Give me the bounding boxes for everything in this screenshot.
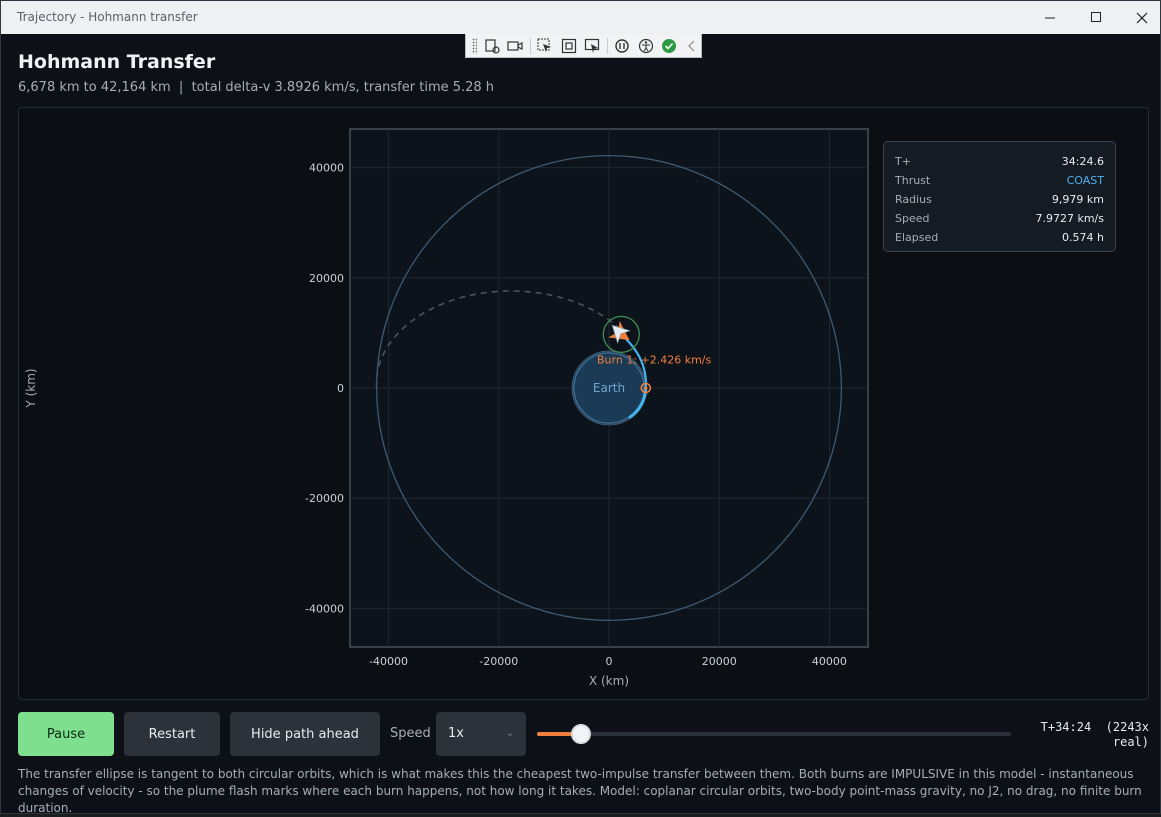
title-bar[interactable]: Trajectory - Hohmann transfer	[1, 1, 1160, 34]
y-tick-label: -20000	[305, 492, 344, 505]
x-tick-label: 20000	[702, 655, 737, 668]
accessibility-icon[interactable]	[637, 37, 654, 55]
hud-value: 7.9727 km/s	[1035, 212, 1104, 225]
page-subtitle: 6,678 km to 42,164 km | total delta-v 3.…	[18, 80, 495, 95]
toolbar-divider	[529, 37, 531, 54]
hud-value: COAST	[1066, 174, 1104, 187]
restart-button[interactable]: Restart	[124, 712, 220, 756]
playback-controls: Pause Restart Hide path ahead Speed 1x ⌄…	[18, 712, 1149, 756]
record-icon[interactable]	[507, 37, 524, 55]
hud-label: T+	[895, 155, 911, 168]
window-title: Trajectory - Hohmann transfer	[17, 10, 198, 24]
select-element-icon[interactable]	[537, 37, 554, 55]
toolbar-divider	[606, 37, 608, 54]
app-window: Trajectory - Hohmann transfer Hohmann Tr…	[0, 0, 1161, 815]
model-footnote: The transfer ellipse is tangent to both …	[18, 767, 1142, 815]
close-button[interactable]	[1119, 1, 1161, 34]
binding-check-icon[interactable]	[660, 37, 677, 55]
y-tick-label: 20000	[309, 272, 344, 285]
live-visual-tree-icon[interactable]	[483, 37, 500, 55]
page-title: Hohmann Transfer	[18, 51, 216, 73]
hud-row-elapsed: Elapsed 0.574 h	[895, 228, 1104, 247]
timeline-track	[537, 732, 1011, 736]
close-icon	[1136, 12, 1148, 23]
telemetry-hud: T+ 34:24.6 Thrust COAST Radius 9,979 km Spe…	[883, 141, 1116, 252]
x-tick-label: 0	[606, 655, 613, 668]
maximize-button[interactable]	[1073, 1, 1119, 34]
minimize-button[interactable]	[1027, 1, 1073, 34]
x-tick-label: -20000	[479, 655, 518, 668]
timer-line: T+34:24 (2243x	[1040, 720, 1149, 734]
burn-label: Burn 1: +2.426 km/s	[597, 353, 712, 366]
speed-label: Speed	[390, 726, 431, 741]
earth-label: Earth	[593, 381, 625, 395]
drag-grip-icon[interactable]	[472, 37, 478, 54]
timeline-thumb[interactable]	[570, 724, 591, 744]
hud-row-speed: Speed 7.9727 km/s	[895, 209, 1104, 228]
x-tick-label: 40000	[812, 655, 847, 668]
hot-reload-icon[interactable]	[614, 37, 631, 55]
hud-row-radius: Radius 9,979 km	[895, 190, 1104, 209]
hud-label: Speed	[895, 212, 930, 225]
burn-marker-core	[644, 386, 648, 390]
hud-label: Radius	[895, 193, 932, 206]
timer-line: real)	[1112, 735, 1149, 749]
pause-button[interactable]: Pause	[18, 712, 114, 756]
hud-row-time: T+ 34:24.6	[895, 152, 1104, 171]
trajectory-panel: -40000 -20000 0 20000 40000 40000 20000 0 -20000…	[18, 107, 1149, 700]
y-tick-label: -40000	[305, 602, 344, 615]
debug-toolbar	[465, 34, 702, 58]
hud-label: Elapsed	[895, 231, 939, 244]
collapse-chevron-icon[interactable]	[684, 37, 701, 55]
hud-label: Thrust	[895, 174, 931, 187]
hide-path-ahead-button[interactable]: Hide path ahead	[230, 712, 380, 756]
speed-select[interactable]: 1x ⌄	[436, 712, 526, 756]
hud-value: 9,979 km	[1051, 193, 1104, 206]
hud-value: 0.574 h	[1062, 231, 1104, 244]
maximize-icon	[1090, 12, 1101, 22]
track-focus-icon[interactable]	[583, 37, 600, 55]
y-axis-label: Y (km)	[24, 368, 38, 408]
chevron-down-icon: ⌄	[505, 728, 514, 739]
y-tick-label: 0	[337, 382, 344, 395]
x-tick-label: -40000	[369, 655, 408, 668]
speed-select-value: 1x	[448, 726, 464, 741]
hud-row-thrust: Thrust COAST	[895, 171, 1104, 190]
mission-timer: T+34:24 (2243x real)	[1029, 720, 1149, 750]
display-layout-adorners-icon[interactable]	[560, 37, 577, 55]
x-axis-label: X (km)	[589, 674, 629, 688]
timeline-slider[interactable]	[537, 724, 1011, 744]
minimize-icon	[1044, 17, 1055, 19]
y-tick-label: 40000	[309, 162, 344, 175]
hud-value: 34:24.6	[1061, 155, 1104, 168]
